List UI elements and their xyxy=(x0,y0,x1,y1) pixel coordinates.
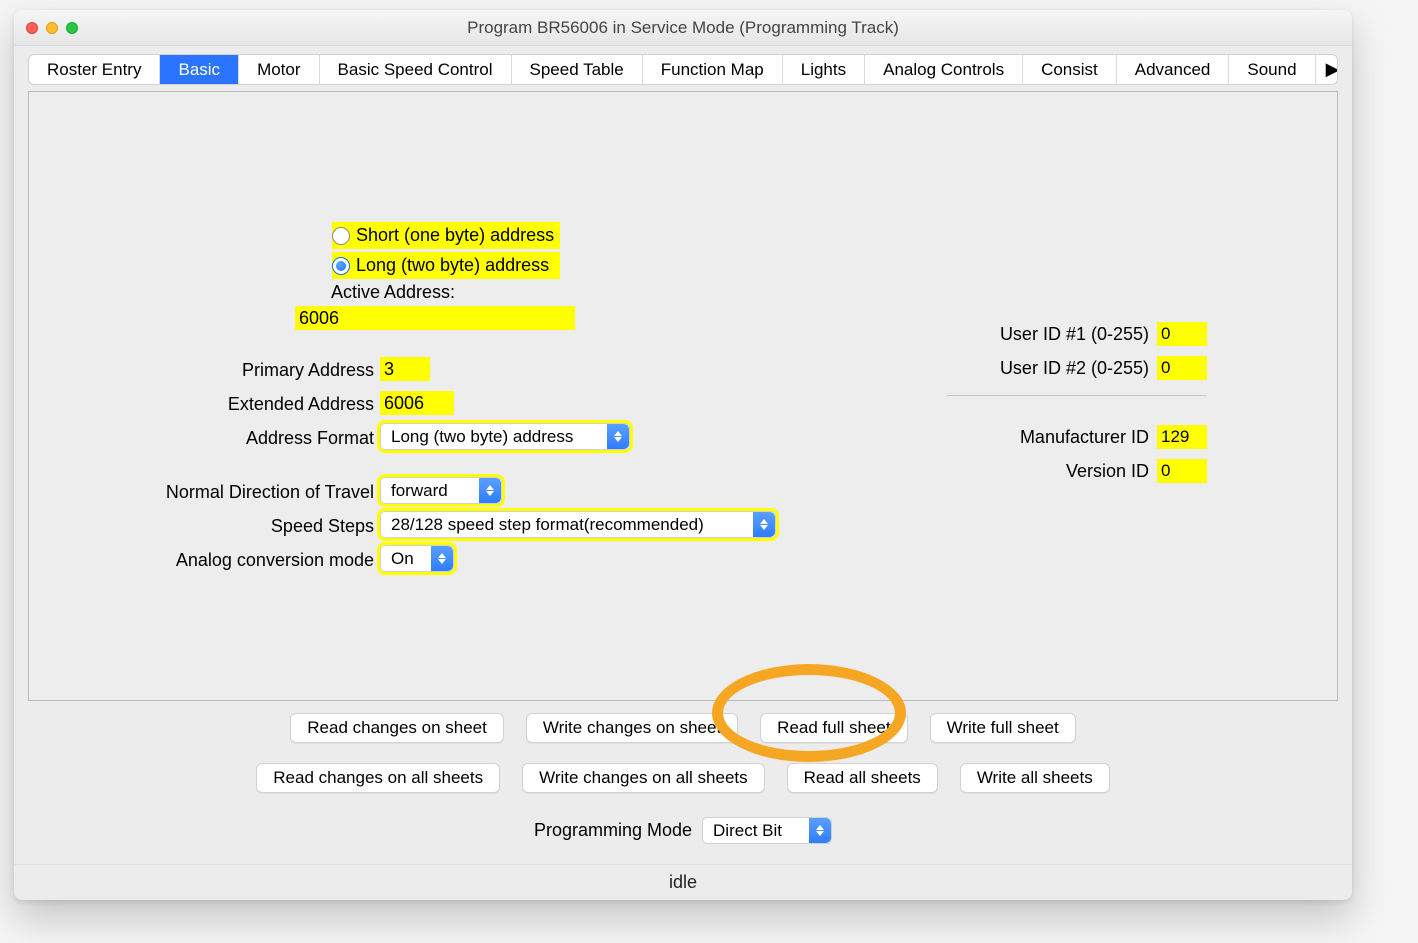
tab-basic[interactable]: Basic xyxy=(160,55,239,84)
read-changes-all-button[interactable]: Read changes on all sheets xyxy=(256,763,500,793)
chevron-up-down-icon xyxy=(431,546,453,571)
direction-label: Normal Direction of Travel xyxy=(94,482,374,503)
minimize-icon[interactable] xyxy=(46,22,58,34)
radio-short-address[interactable]: Short (one byte) address xyxy=(332,222,560,249)
tab-basic-speed-control[interactable]: Basic Speed Control xyxy=(320,55,512,84)
chevron-up-down-icon xyxy=(479,478,501,503)
main-panel: Short (one byte) address Long (two byte)… xyxy=(28,91,1338,701)
address-format-label: Address Format xyxy=(94,428,374,449)
programming-mode-label: Programming Mode xyxy=(534,820,692,841)
manufacturer-row: Manufacturer ID 129 xyxy=(947,420,1207,454)
radio-icon xyxy=(332,227,350,245)
user-id2-value[interactable]: 0 xyxy=(1157,356,1207,380)
titlebar: Program BR56006 in Service Mode (Program… xyxy=(14,10,1352,46)
read-full-sheet-button[interactable]: Read full sheet xyxy=(760,713,907,743)
read-changes-sheet-button[interactable]: Read changes on sheet xyxy=(290,713,504,743)
sheet-buttons-row: Read changes on sheet Write changes on s… xyxy=(14,713,1352,743)
tab-roster-entry[interactable]: Roster Entry xyxy=(29,55,160,84)
radio-selected-icon xyxy=(332,257,350,275)
version-value[interactable]: 0 xyxy=(1157,459,1207,483)
radio-long-label: Long (two byte) address xyxy=(356,255,549,276)
tab-lights[interactable]: Lights xyxy=(783,55,865,84)
zoom-icon[interactable] xyxy=(66,22,78,34)
tab-sound[interactable]: Sound xyxy=(1229,55,1315,84)
window: Program BR56006 in Service Mode (Program… xyxy=(14,10,1352,900)
tab-consist[interactable]: Consist xyxy=(1023,55,1117,84)
chevron-up-down-icon xyxy=(753,512,775,537)
programming-mode-select[interactable]: Direct Bit xyxy=(702,817,832,844)
tabs-overflow-icon[interactable]: ▶ xyxy=(1316,55,1338,84)
user-id1-label: User ID #1 (0-255) xyxy=(1000,324,1149,345)
speed-steps-select[interactable]: 28/128 speed step format(recommended) xyxy=(380,511,776,538)
analog-select[interactable]: On xyxy=(380,545,454,572)
tab-speed-table[interactable]: Speed Table xyxy=(512,55,643,84)
chevron-up-down-icon xyxy=(607,424,629,449)
programming-mode-value: Direct Bit xyxy=(703,821,792,841)
user-id1-value[interactable]: 0 xyxy=(1157,322,1207,346)
programming-mode-row: Programming Mode Direct Bit xyxy=(14,817,1352,844)
all-sheets-buttons-row: Read changes on all sheets Write changes… xyxy=(14,763,1352,793)
tab-advanced[interactable]: Advanced xyxy=(1117,55,1230,84)
status-text: idle xyxy=(669,872,697,893)
close-icon[interactable] xyxy=(26,22,38,34)
radio-long-address[interactable]: Long (two byte) address xyxy=(332,252,560,279)
direction-select[interactable]: forward xyxy=(380,477,502,504)
speed-steps-label: Speed Steps xyxy=(94,516,374,537)
extended-address-label: Extended Address xyxy=(94,394,374,415)
tab-analog-controls[interactable]: Analog Controls xyxy=(865,55,1023,84)
primary-address-label: Primary Address xyxy=(94,360,374,381)
manufacturer-label: Manufacturer ID xyxy=(1020,427,1149,448)
version-row: Version ID 0 xyxy=(947,454,1207,488)
tab-function-map[interactable]: Function Map xyxy=(643,55,783,84)
tab-motor[interactable]: Motor xyxy=(239,55,319,84)
address-format-select[interactable]: Long (two byte) address xyxy=(380,423,630,450)
extended-address-value[interactable]: 6006 xyxy=(380,391,454,415)
status-bar: idle xyxy=(14,864,1352,900)
window-title: Program BR56006 in Service Mode (Program… xyxy=(14,18,1352,38)
primary-address-value[interactable]: 3 xyxy=(380,357,430,381)
version-label: Version ID xyxy=(1066,461,1149,482)
write-full-sheet-button[interactable]: Write full sheet xyxy=(930,713,1076,743)
chevron-up-down-icon xyxy=(809,818,831,843)
write-changes-sheet-button[interactable]: Write changes on sheet xyxy=(526,713,738,743)
write-all-sheets-button[interactable]: Write all sheets xyxy=(960,763,1110,793)
speed-steps-value: 28/128 speed step format(recommended) xyxy=(381,515,714,535)
user-id2-row: User ID #2 (0-255) 0 xyxy=(947,351,1207,385)
active-address-value[interactable]: 6006 xyxy=(295,306,575,330)
manufacturer-value[interactable]: 129 xyxy=(1157,425,1207,449)
direction-value: forward xyxy=(381,481,458,501)
active-address-label: Active Address: xyxy=(331,282,455,303)
right-column: User ID #1 (0-255) 0 User ID #2 (0-255) … xyxy=(947,317,1207,488)
user-id1-row: User ID #1 (0-255) 0 xyxy=(947,317,1207,351)
divider xyxy=(947,395,1207,396)
address-format-value: Long (two byte) address xyxy=(381,427,583,447)
window-controls xyxy=(26,22,78,34)
analog-label: Analog conversion mode xyxy=(94,550,374,571)
radio-short-label: Short (one byte) address xyxy=(356,225,554,246)
address-radio-group: Short (one byte) address Long (two byte)… xyxy=(332,222,560,279)
read-all-sheets-button[interactable]: Read all sheets xyxy=(787,763,938,793)
tabs: Roster Entry Basic Motor Basic Speed Con… xyxy=(28,54,1338,85)
write-changes-all-button[interactable]: Write changes on all sheets xyxy=(522,763,765,793)
analog-value: On xyxy=(381,549,424,569)
user-id2-label: User ID #2 (0-255) xyxy=(1000,358,1149,379)
